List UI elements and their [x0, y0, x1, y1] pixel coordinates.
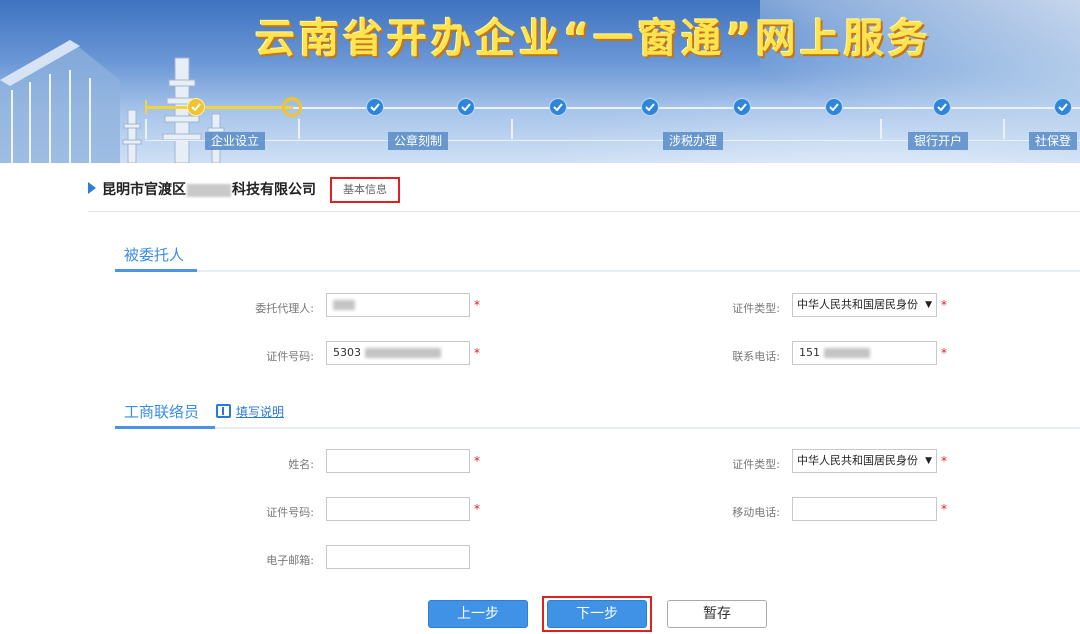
check-icon [553, 103, 563, 111]
liaison-id-type-select[interactable]: 中华人民共和国居民身份 ▼ [792, 449, 937, 473]
step-node[interactable] [549, 98, 567, 116]
section-title-liaison: 工商联络员 [124, 403, 200, 421]
stage-separator [1003, 119, 1005, 139]
required-mark: * [941, 502, 947, 516]
check-icon [645, 103, 655, 111]
step-node[interactable] [641, 98, 659, 116]
redacted-text [187, 183, 231, 197]
check-icon [937, 103, 947, 111]
mobile-input[interactable] [792, 497, 937, 521]
section-divider [115, 427, 1080, 429]
redacted-text [823, 348, 870, 358]
required-mark: * [474, 454, 480, 468]
basic-info-tag[interactable]: 基本信息 [330, 177, 400, 203]
save-draft-button[interactable]: 暂存 [667, 600, 767, 628]
step-track-start [145, 100, 147, 114]
step-node[interactable] [733, 98, 751, 116]
step-node-completed[interactable] [187, 98, 205, 116]
agent-label: 委托代理人: [255, 302, 314, 315]
step-node[interactable] [825, 98, 843, 116]
book-icon [216, 404, 231, 418]
banner-glow [520, 70, 1080, 163]
step-node[interactable] [933, 98, 951, 116]
check-icon [461, 103, 471, 111]
id-type-value: 中华人民共和国居民身份 [797, 298, 918, 311]
step-track-done [145, 106, 293, 109]
phone-label: 联系电话: [732, 350, 780, 363]
liaison-id-type-value: 中华人民共和国居民身份 [797, 454, 918, 467]
step-node[interactable] [1054, 98, 1072, 116]
id-number-value: 5303 [333, 346, 361, 359]
banner-title: 云南省开办企业“一窗通”网上服务 [255, 16, 932, 62]
stage-separator [298, 119, 300, 139]
required-mark: * [474, 298, 480, 312]
step-node-current[interactable] [282, 95, 302, 117]
step-node[interactable] [366, 98, 384, 116]
id-type-select[interactable]: 中华人民共和国居民身份 ▼ [792, 293, 937, 317]
name-input[interactable] [326, 449, 470, 473]
header-banner: 云南省开办企业“一窗通”网上服务 企业设立 公章刻制 涉税办理 银行开户 社保登 [0, 0, 1080, 163]
chevron-down-icon: ▼ [925, 456, 932, 466]
name-label: 姓名: [288, 458, 314, 471]
next-step-button[interactable]: 下一步 [547, 600, 647, 628]
check-icon [829, 103, 839, 111]
email-input[interactable] [326, 545, 470, 569]
stage-separator [145, 119, 147, 139]
stage-separator [880, 119, 882, 139]
company-name-suffix: 科技有限公司 [232, 182, 316, 198]
liaison-id-type-label: 证件类型: [732, 458, 780, 471]
check-icon [1058, 103, 1068, 111]
section-title-delegate: 被委托人 [124, 246, 185, 264]
mobile-label: 移动电话: [732, 506, 780, 519]
triangle-icon [88, 182, 96, 194]
company-name: 昆明市官渡区 科技有限公司 [102, 179, 316, 199]
prev-step-button[interactable]: 上一步 [428, 600, 528, 628]
divider [88, 211, 1080, 212]
id-number-label: 证件号码: [266, 350, 314, 363]
help-link-text: 填写说明 [236, 405, 285, 419]
phone-value: 151 [799, 346, 820, 359]
required-mark: * [941, 346, 947, 360]
required-mark: * [941, 298, 947, 312]
check-icon [191, 103, 201, 111]
section-underline [115, 269, 197, 272]
email-label: 电子邮箱: [266, 554, 314, 567]
redacted-text [333, 300, 355, 310]
id-number-input[interactable]: 5303 [326, 341, 470, 365]
stage-label-setup[interactable]: 企业设立 [205, 132, 266, 150]
required-mark: * [474, 502, 480, 516]
required-mark: * [941, 454, 947, 468]
required-mark: * [474, 346, 480, 360]
stage-label-bank[interactable]: 银行开户 [908, 132, 969, 150]
phone-input[interactable]: 151 [792, 341, 937, 365]
building-illustration [0, 40, 120, 163]
section-divider [115, 270, 1080, 272]
redacted-text [364, 348, 441, 358]
stage-label-tax[interactable]: 涉税办理 [663, 132, 724, 150]
check-icon [370, 103, 380, 111]
agent-input[interactable] [326, 293, 470, 317]
id-type-label: 证件类型: [732, 302, 780, 315]
stage-label-seal[interactable]: 公章刻制 [388, 132, 449, 150]
step-node[interactable] [457, 98, 475, 116]
help-link[interactable]: 填写说明 [216, 403, 284, 420]
liaison-id-number-label: 证件号码: [266, 506, 314, 519]
liaison-id-number-input[interactable] [326, 497, 470, 521]
chevron-down-icon: ▼ [925, 300, 932, 310]
stage-separator [511, 119, 513, 139]
stage-label-social[interactable]: 社保登 [1029, 132, 1078, 150]
section-underline [115, 426, 215, 429]
company-name-prefix: 昆明市官渡区 [102, 182, 186, 198]
check-icon [737, 103, 747, 111]
